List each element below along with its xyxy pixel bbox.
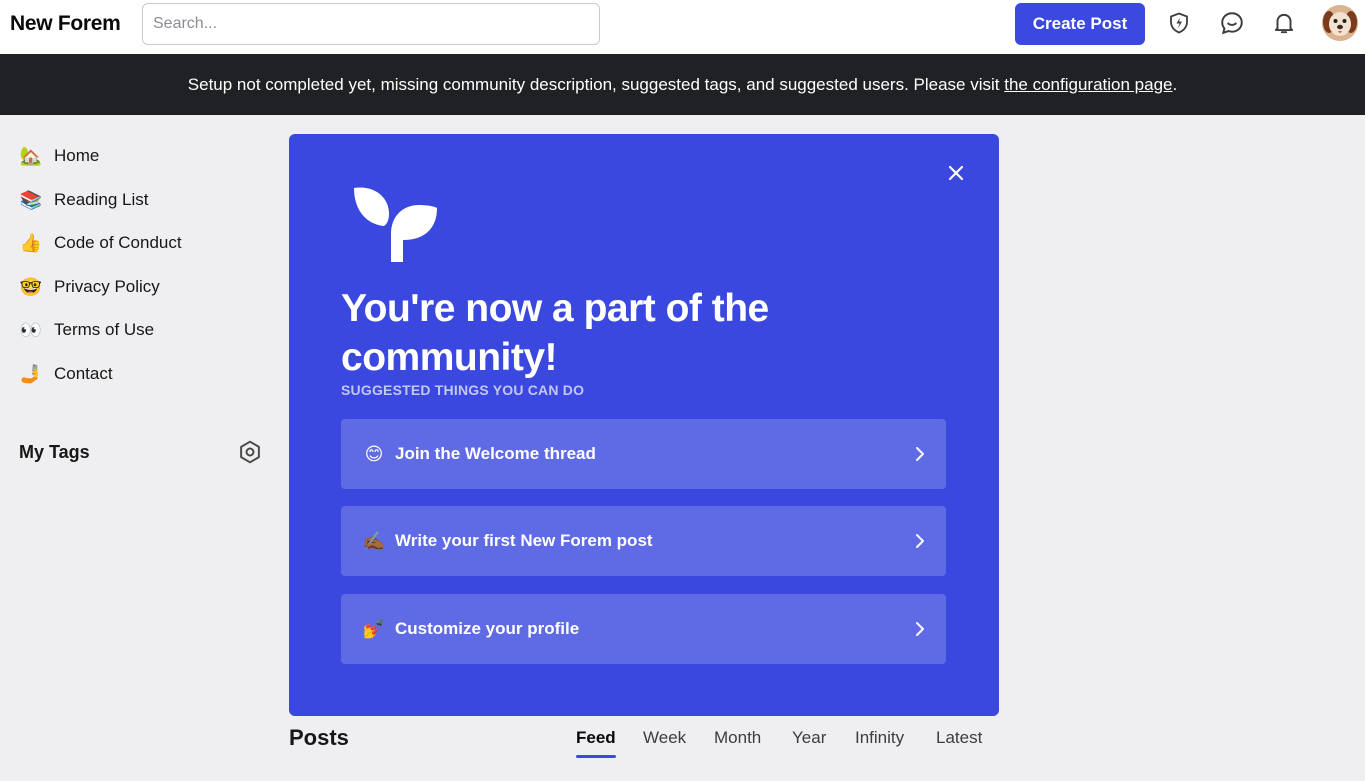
write-first-post-button[interactable]: ✍🏾 Write your first New Forem post xyxy=(341,506,946,576)
my-tags-heading: My Tags xyxy=(19,442,90,462)
house-icon: 🏡 xyxy=(19,145,43,166)
tags-settings-gear-icon[interactable] xyxy=(237,439,263,465)
tab-latest[interactable]: Latest xyxy=(936,728,982,748)
thumbs-up-icon: 👍 xyxy=(19,232,43,253)
active-tab-indicator xyxy=(576,755,616,758)
action-label: Join the Welcome thread xyxy=(395,444,596,463)
sidebar-item-terms-of-use[interactable]: 👀 Terms of Use xyxy=(19,317,154,343)
site-logo[interactable]: New Forem xyxy=(10,12,121,36)
join-welcome-thread-button[interactable]: 😊 Join the Welcome thread xyxy=(341,419,946,489)
nail-polish-icon: 💅 xyxy=(362,618,386,639)
tab-week[interactable]: Week xyxy=(643,728,686,748)
smile-icon: 😊 xyxy=(364,443,384,464)
suggested-things-label: SUGGESTED THINGS YOU CAN DO xyxy=(341,382,585,398)
eyes-icon: 👀 xyxy=(19,319,43,340)
search-input[interactable] xyxy=(142,3,600,45)
tab-month[interactable]: Month xyxy=(714,728,761,748)
banner-suffix: . xyxy=(1172,74,1178,94)
sidebar-item-contact[interactable]: 🤳 Contact xyxy=(19,361,113,387)
top-header: New Forem Create Post xyxy=(0,0,1365,54)
close-icon[interactable] xyxy=(943,160,969,186)
welcome-title: You're now a part of the community! xyxy=(341,287,769,379)
sidebar-item-reading-list[interactable]: 📚 Reading List xyxy=(19,187,149,213)
chevron-right-icon xyxy=(916,447,924,461)
sidebar-item-label: Code of Conduct xyxy=(54,233,182,252)
notification-bell-icon[interactable] xyxy=(1269,8,1299,38)
moderation-shield-icon[interactable] xyxy=(1164,8,1194,38)
sidebar-item-privacy-policy[interactable]: 🤓 Privacy Policy xyxy=(19,274,160,300)
sidebar-item-label: Reading List xyxy=(54,190,149,209)
sidebar-item-code-of-conduct[interactable]: 👍 Code of Conduct xyxy=(19,230,182,256)
books-icon: 📚 xyxy=(19,189,43,210)
sidebar-item-label: Terms of Use xyxy=(54,320,155,339)
configuration-page-link[interactable]: the configuration page xyxy=(1004,75,1172,95)
sprout-logo-icon xyxy=(351,184,441,264)
sidebar-item-label: Privacy Policy xyxy=(54,277,160,296)
sidebar-item-label: Home xyxy=(54,146,100,165)
action-label: Write your first New Forem post xyxy=(395,531,653,550)
setup-banner: Setup not completed yet, missing communi… xyxy=(0,54,1365,115)
selfie-icon: 🤳 xyxy=(19,363,43,384)
action-label: Customize your profile xyxy=(395,619,580,638)
nerd-face-icon: 🤓 xyxy=(19,276,43,297)
tab-feed[interactable]: Feed xyxy=(576,728,616,748)
banner-text: Setup not completed yet, missing communi… xyxy=(187,74,1000,94)
create-post-button[interactable]: Create Post xyxy=(1015,3,1145,45)
tab-infinity[interactable]: Infinity xyxy=(855,728,904,748)
posts-heading: Posts xyxy=(289,725,349,750)
writing-hand-icon: ✍🏾 xyxy=(362,530,386,551)
user-avatar[interactable] xyxy=(1322,5,1358,41)
chat-icon[interactable] xyxy=(1217,8,1247,38)
customize-profile-button[interactable]: 💅 Customize your profile xyxy=(341,594,946,664)
chevron-right-icon xyxy=(916,622,924,636)
sidebar-item-label: Contact xyxy=(54,364,113,383)
welcome-card: You're now a part of the community! SUGG… xyxy=(289,134,999,716)
chevron-right-icon xyxy=(916,534,924,548)
sidebar-item-home[interactable]: 🏡 Home xyxy=(19,143,100,169)
tab-year[interactable]: Year xyxy=(792,728,826,748)
